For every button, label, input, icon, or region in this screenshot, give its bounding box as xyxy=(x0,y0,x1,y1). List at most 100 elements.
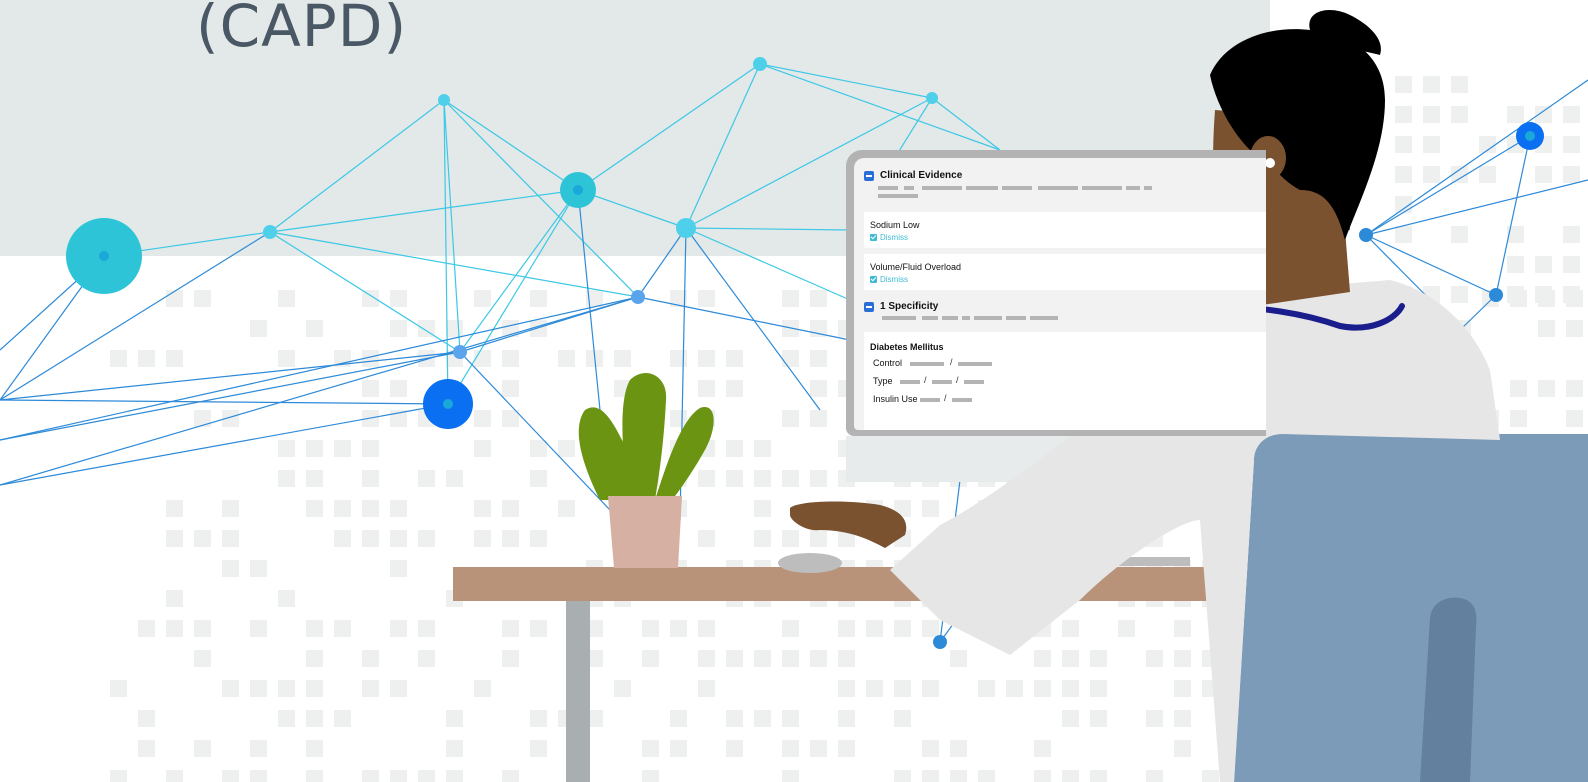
grid-tile xyxy=(670,710,687,727)
collapse-icon[interactable] xyxy=(864,301,874,312)
grid-tile xyxy=(1146,710,1163,727)
grid-tile xyxy=(278,680,295,697)
chair-back xyxy=(1234,434,1588,782)
grid-tile xyxy=(782,740,799,757)
grid-tile xyxy=(110,680,127,697)
network-node xyxy=(753,57,767,71)
grid-tile xyxy=(306,710,323,727)
grid-tile xyxy=(1451,226,1468,243)
plant-pot xyxy=(608,496,682,568)
grid-tile xyxy=(334,500,351,517)
dismiss-checkbox[interactable]: Dismiss xyxy=(870,233,908,242)
monitor-screen: Clinical Evidence Sodium Low Dismiss Vol… xyxy=(854,158,1266,430)
clinical-evidence-header[interactable]: Clinical Evidence xyxy=(864,170,962,181)
field-value-bar[interactable] xyxy=(900,380,920,384)
grid-tile xyxy=(362,380,379,397)
field-value-bar[interactable] xyxy=(952,398,972,402)
grid-tile xyxy=(502,530,519,547)
grid-tile xyxy=(1451,106,1468,123)
grid-tile xyxy=(558,350,575,367)
grid-tile xyxy=(754,530,771,547)
grid-tile xyxy=(726,650,743,667)
field-label: Type xyxy=(873,376,893,386)
grid-tile xyxy=(194,290,211,307)
check-icon[interactable] xyxy=(870,234,877,241)
grid-tile xyxy=(278,590,295,607)
grid-tile xyxy=(362,290,379,307)
grid-tile xyxy=(1174,650,1191,667)
grid-tile xyxy=(1423,76,1440,93)
grid-tile xyxy=(446,320,463,337)
grid-tile xyxy=(922,500,939,517)
check-icon[interactable] xyxy=(870,276,877,283)
grid-tile xyxy=(1507,106,1524,123)
grid-tile xyxy=(250,560,267,577)
mouse xyxy=(778,553,842,573)
dismiss-checkbox[interactable]: Dismiss xyxy=(870,275,908,284)
field-value-bar[interactable] xyxy=(958,362,992,366)
grid-tile xyxy=(1563,166,1580,183)
network-node-core xyxy=(99,251,109,261)
grid-tile xyxy=(362,470,379,487)
placeholder-bar xyxy=(1126,186,1140,190)
grid-tile xyxy=(474,530,491,547)
grid-tile xyxy=(418,770,435,782)
grid-tile xyxy=(138,740,155,757)
grid-tile xyxy=(502,410,519,427)
grid-tile xyxy=(950,770,967,782)
grid-tile xyxy=(1090,650,1107,667)
grid-tile xyxy=(642,620,659,637)
grid-tile xyxy=(1395,76,1412,93)
collapse-icon[interactable] xyxy=(864,170,874,181)
network-node xyxy=(631,290,645,304)
grid-tile xyxy=(782,650,799,667)
grid-tile xyxy=(1451,76,1468,93)
grid-tile xyxy=(110,350,127,367)
grid-tile xyxy=(278,470,295,487)
network-node xyxy=(933,635,947,649)
grid-tile xyxy=(1034,770,1051,782)
field-value-bar[interactable] xyxy=(920,398,940,402)
field-value-bar[interactable] xyxy=(910,362,944,366)
monitor: Clinical Evidence Sodium Low Dismiss Vol… xyxy=(846,150,1266,436)
grid-tile xyxy=(362,770,379,782)
placeholder-bar xyxy=(962,316,970,320)
evidence-card-sodium: Sodium Low Dismiss xyxy=(864,212,1266,248)
grid-tile xyxy=(1563,286,1580,303)
network-edge xyxy=(0,399,449,405)
separator: / xyxy=(956,375,959,385)
grid-tile xyxy=(866,620,883,637)
grid-tile xyxy=(446,770,463,782)
field-value-bar[interactable] xyxy=(932,380,952,384)
grid-tile xyxy=(782,470,799,487)
grid-tile xyxy=(922,770,939,782)
grid-tile xyxy=(1563,106,1580,123)
grid-tile xyxy=(670,350,687,367)
grid-tile xyxy=(698,380,715,397)
specificity-label: 1 Specificity xyxy=(880,301,939,312)
network-node xyxy=(1489,288,1503,302)
grid-tile xyxy=(698,620,715,637)
grid-tile xyxy=(754,500,771,517)
grid-tile xyxy=(754,650,771,667)
grid-tile xyxy=(502,620,519,637)
grid-tile xyxy=(306,470,323,487)
grid-tile xyxy=(222,770,239,782)
grid-tile xyxy=(250,620,267,637)
grid-tile xyxy=(782,410,799,427)
grid-tile xyxy=(362,530,379,547)
grid-tile xyxy=(250,680,267,697)
grid-tile xyxy=(306,440,323,457)
placeholder-bar xyxy=(974,316,1002,320)
grid-tile xyxy=(642,770,659,782)
grid-tile xyxy=(1451,286,1468,303)
grid-tile xyxy=(194,650,211,667)
specificity-header[interactable]: 1 Specificity xyxy=(864,301,938,312)
grid-tile xyxy=(166,770,183,782)
field-value-bar[interactable] xyxy=(964,380,984,384)
network-node xyxy=(453,345,467,359)
grid-tile xyxy=(334,710,351,727)
grid-tile xyxy=(1062,770,1079,782)
grid-tile xyxy=(1423,106,1440,123)
placeholder-bar xyxy=(922,186,962,190)
